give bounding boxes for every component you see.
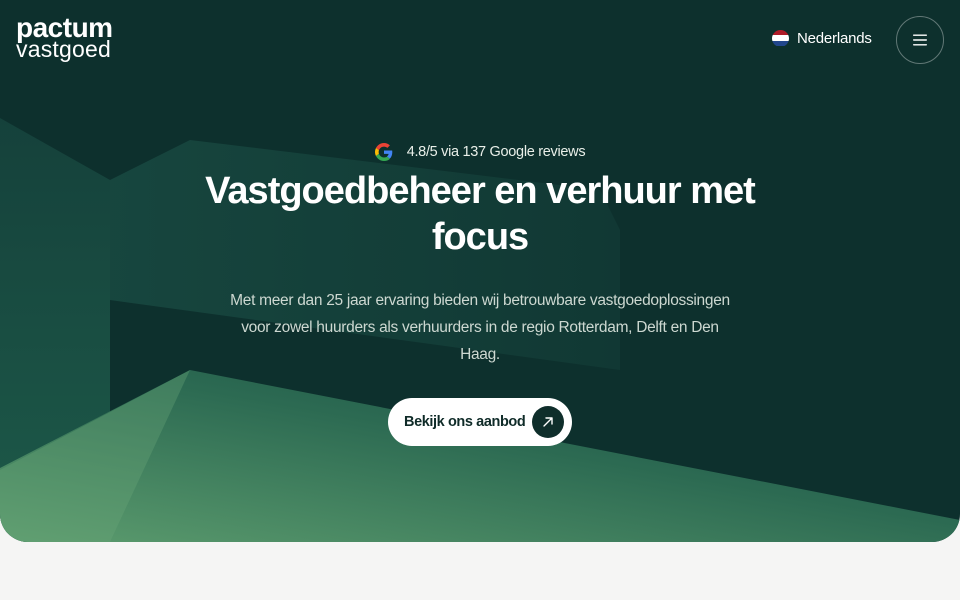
brand-logo[interactable]: pactum vastgoed — [16, 14, 113, 61]
hero-background-shapes — [0, 118, 960, 542]
site-header: pactum vastgoed Nederlands — [0, 0, 960, 80]
logo-line-1: pactum — [16, 12, 113, 43]
cta-label: Bekijk ons aanbod — [404, 414, 526, 430]
arrow-up-right-icon — [532, 406, 564, 438]
logo-line-2: vastgoed — [16, 36, 111, 62]
language-label: Nederlands — [797, 29, 872, 47]
language-selector[interactable]: Nederlands — [772, 27, 872, 49]
reviews-text: 4.8/5 via 137 Google reviews — [406, 144, 586, 160]
menu-button[interactable] — [896, 16, 944, 64]
view-offer-button[interactable]: Bekijk ons aanbod — [388, 398, 572, 446]
google-reviews-badge[interactable]: 4.8/5 via 137 Google reviews — [0, 143, 960, 161]
netherlands-flag-icon — [772, 29, 789, 47]
hero-subtext: Met meer dan 25 jaar ervaring bieden wij… — [230, 292, 730, 363]
hamburger-icon — [913, 34, 927, 46]
google-g-icon — [374, 143, 392, 161]
hero-section: pactum vastgoed Nederlands 4.8/5 via 137… — [0, 0, 960, 542]
hero-headline: Vastgoedbeheer en verhuur met focus — [205, 170, 756, 258]
